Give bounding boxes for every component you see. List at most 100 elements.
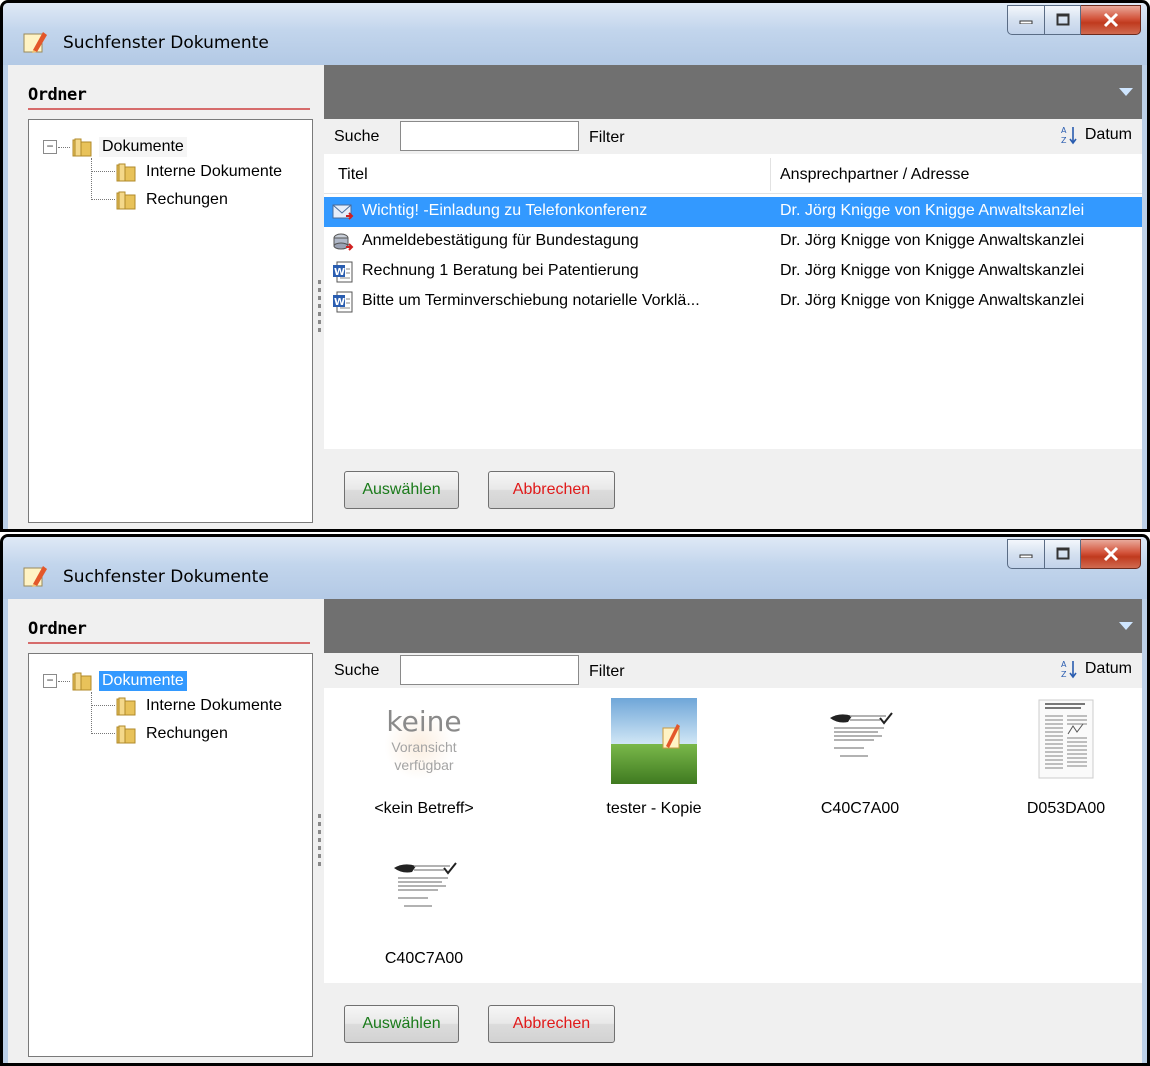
minimize-icon bbox=[1019, 20, 1033, 24]
sort-by-date-button[interactable]: AZ Datum bbox=[1061, 659, 1132, 679]
tree-item-label: Rechungen bbox=[146, 725, 228, 742]
panel-splitter[interactable] bbox=[316, 65, 324, 529]
thumbnail-grid: keine Voransicht verfügbar <kein Betreff… bbox=[324, 688, 1142, 983]
word-doc-icon: W bbox=[333, 291, 353, 313]
window-title: Suchfenster Dokumente bbox=[63, 33, 269, 53]
collapse-toggle-icon[interactable]: − bbox=[43, 674, 57, 688]
document-contact: Dr. Jörg Knigge von Knigge Anwaltskanzle… bbox=[780, 202, 1085, 219]
tree-item-rechungen[interactable]: Rechungen bbox=[115, 186, 231, 214]
options-bar bbox=[324, 599, 1142, 653]
folder-icon bbox=[72, 138, 92, 157]
cancel-button[interactable]: Abbrechen bbox=[488, 471, 615, 509]
thumbnail-label: D053DA00 bbox=[1026, 800, 1106, 817]
search-bar: Suche Filter AZ Datum bbox=[324, 653, 1142, 688]
document-panel: Suche Filter AZ Datum Titel Ansprechpart… bbox=[324, 65, 1142, 529]
tree-item-label: Dokumente bbox=[99, 671, 187, 691]
search-input[interactable] bbox=[400, 121, 579, 151]
thumbnail-label: C40C7A00 bbox=[820, 800, 900, 817]
thumbnail-label: tester - Kopie bbox=[606, 800, 702, 817]
document-search-window-thumbnails: Suchfenster Dokumente Ordner − Dokumente… bbox=[0, 534, 1150, 1066]
column-contact-header[interactable]: Ansprechpartner / Adresse bbox=[780, 166, 969, 184]
tree-item-dokumente[interactable]: Dokumente bbox=[71, 133, 187, 161]
tree-item-interne-dokumente[interactable]: Interne Dokumente bbox=[115, 158, 285, 186]
filter-label[interactable]: Filter bbox=[589, 129, 625, 147]
tree-item-label: Rechungen bbox=[146, 191, 228, 208]
svg-text:W: W bbox=[334, 267, 345, 278]
column-title-header[interactable]: Titel bbox=[338, 166, 368, 184]
select-button[interactable]: Auswählen bbox=[344, 471, 459, 509]
document-title: Bitte um Terminverschiebung notarielle V… bbox=[362, 292, 700, 309]
list-item[interactable]: W Bitte um Terminverschiebung notarielle… bbox=[324, 287, 1142, 317]
scanned-document-icon bbox=[1038, 699, 1094, 779]
window-title: Suchfenster Dokumente bbox=[63, 567, 269, 587]
options-bar bbox=[324, 65, 1142, 119]
list-header: Titel Ansprechpartner / Adresse bbox=[324, 154, 1142, 194]
folder-icon bbox=[116, 697, 136, 716]
word-doc-icon: W bbox=[333, 261, 353, 283]
document-title: Anmeldebestätigung für Bundestagung bbox=[362, 232, 639, 249]
search-label: Suche bbox=[334, 662, 380, 679]
collapse-toggle-icon[interactable]: − bbox=[43, 140, 57, 154]
search-input[interactable] bbox=[400, 655, 579, 685]
scanned-letter-icon bbox=[828, 704, 893, 772]
close-button[interactable] bbox=[1081, 539, 1141, 569]
svg-text:Z: Z bbox=[1061, 136, 1067, 145]
maximize-icon bbox=[1056, 547, 1069, 560]
list-item[interactable]: W Rechnung 1 Beratung bei Patentierung D… bbox=[324, 257, 1142, 287]
button-bar: Auswählen Abbrechen bbox=[324, 983, 1142, 1063]
filter-label[interactable]: Filter bbox=[589, 663, 625, 681]
folder-icon bbox=[116, 725, 136, 744]
document-title: Rechnung 1 Beratung bei Patentierung bbox=[362, 262, 639, 279]
tree-item-dokumente[interactable]: Dokumente bbox=[71, 667, 187, 695]
tree-item-label: Interne Dokumente bbox=[146, 163, 283, 180]
sort-by-date-button[interactable]: AZ Datum bbox=[1061, 125, 1132, 145]
thumbnail-item[interactable]: C40C7A00 bbox=[344, 838, 504, 988]
folder-icon bbox=[116, 191, 136, 210]
document-panel: Suche Filter AZ Datum keine Voransicht v… bbox=[324, 599, 1142, 1063]
panel-splitter[interactable] bbox=[316, 599, 324, 1063]
select-button[interactable]: Auswählen bbox=[344, 1005, 459, 1043]
folder-tree[interactable]: − Dokumente Interne Dokumente Rechungen bbox=[28, 653, 313, 1057]
svg-text:A: A bbox=[1061, 126, 1067, 135]
folder-tree[interactable]: − Dokumente Interne Dokumente Rechungen bbox=[28, 119, 313, 523]
folder-icon bbox=[72, 672, 92, 691]
folder-icon bbox=[116, 163, 136, 182]
sort-label: Datum bbox=[1084, 660, 1132, 677]
maximize-button[interactable] bbox=[1045, 5, 1081, 35]
search-label: Suche bbox=[334, 128, 380, 145]
thumbnail-item[interactable]: tester - Kopie bbox=[574, 688, 734, 838]
app-icon bbox=[23, 566, 47, 587]
svg-text:W: W bbox=[334, 297, 345, 308]
thumbnail-item[interactable]: keine Voransicht verfügbar <kein Betreff… bbox=[344, 688, 504, 838]
thumbnail-label: <kein Betreff> bbox=[374, 800, 474, 817]
close-icon bbox=[1103, 546, 1118, 562]
tree-item-rechungen[interactable]: Rechungen bbox=[115, 720, 231, 748]
thumbnail-item[interactable]: C40C7A00 bbox=[780, 688, 940, 838]
svg-text:A: A bbox=[1061, 660, 1067, 669]
sort-label: Datum bbox=[1084, 126, 1132, 143]
dropdown-arrow-icon[interactable] bbox=[1118, 87, 1134, 97]
title-bar[interactable]: Suchfenster Dokumente bbox=[3, 3, 1147, 65]
folder-panel: Ordner − Dokumente Interne Dokumente Rec… bbox=[8, 65, 316, 529]
thumbnail-item[interactable]: D053DA00 bbox=[986, 688, 1146, 838]
list-item[interactable]: Wichtig! -Einladung zu Telefonkonferenz … bbox=[324, 197, 1142, 227]
title-bar[interactable]: Suchfenster Dokumente bbox=[3, 537, 1147, 599]
minimize-button[interactable] bbox=[1007, 539, 1045, 569]
minimize-button[interactable] bbox=[1007, 5, 1045, 35]
close-icon bbox=[1103, 12, 1118, 28]
button-bar: Auswählen Abbrechen bbox=[324, 449, 1142, 529]
landscape-image-icon bbox=[611, 698, 697, 784]
sort-az-icon: AZ bbox=[1061, 660, 1077, 679]
folder-panel: Ordner − Dokumente Interne Dokumente Rec… bbox=[8, 599, 316, 1063]
list-item[interactable]: Anmeldebestätigung für Bundestagung Dr. … bbox=[324, 227, 1142, 257]
close-button[interactable] bbox=[1081, 5, 1141, 35]
svg-text:Z: Z bbox=[1061, 670, 1067, 679]
email-icon bbox=[332, 204, 354, 220]
maximize-button[interactable] bbox=[1045, 539, 1081, 569]
dropdown-arrow-icon[interactable] bbox=[1118, 621, 1134, 631]
folders-header: Ordner bbox=[28, 619, 87, 639]
cancel-button[interactable]: Abbrechen bbox=[488, 1005, 615, 1043]
folders-header: Ordner bbox=[28, 85, 87, 105]
tree-item-interne-dokumente[interactable]: Interne Dokumente bbox=[115, 692, 285, 720]
scanned-letter-icon bbox=[392, 854, 457, 922]
